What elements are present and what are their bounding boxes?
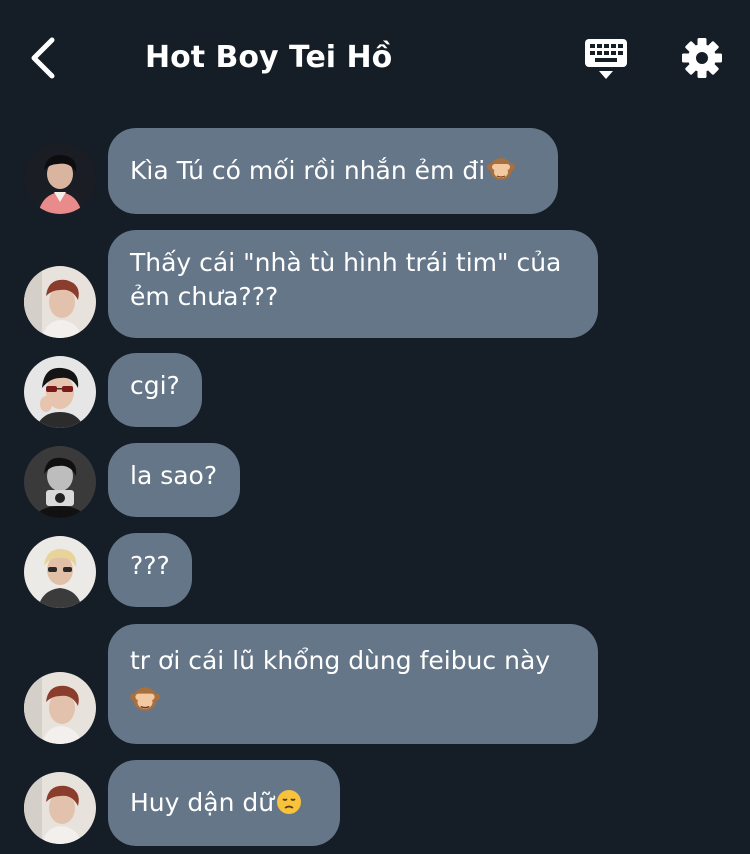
see-no-evil-monkey-icon <box>130 684 160 723</box>
avatar[interactable] <box>24 446 96 518</box>
message-list: Kìa Tú có mối rồi nhắn ẻm đi Thấy cái "n… <box>0 0 750 854</box>
message-bubble: tr ơi cái lũ khổng dùng feibuc này <box>108 624 598 744</box>
message-text: Kìa Tú có mối rồi nhắn ẻm đi <box>130 156 486 185</box>
see-no-evil-monkey-icon <box>487 155 516 192</box>
message-text: cgi? <box>130 371 180 400</box>
avatar[interactable] <box>24 772 96 844</box>
avatar[interactable] <box>24 356 96 428</box>
message-bubble: Thấy cái "nhà tù hình trái tim" của ẻm c… <box>108 230 598 338</box>
avatar[interactable] <box>24 266 96 338</box>
message-text: tr ơi cái lũ khổng dùng feibuc này <box>130 646 551 675</box>
message-bubble: Kìa Tú có mối rồi nhắn ẻm đi <box>108 128 558 214</box>
avatar[interactable] <box>24 142 96 214</box>
avatar[interactable] <box>24 536 96 608</box>
message-bubble: cgi? <box>108 353 202 427</box>
message-text: Thấy cái "nhà tù hình trái tim" của ẻm c… <box>130 248 570 311</box>
message-text: la sao? <box>130 461 218 490</box>
message-text: Huy dận dữ <box>130 788 275 817</box>
message-bubble: ??? <box>108 533 192 607</box>
avatar[interactable] <box>24 672 96 744</box>
message-bubble: la sao? <box>108 443 240 517</box>
disappointed-face-icon <box>276 789 302 824</box>
message-text: ??? <box>130 551 170 580</box>
message-bubble: Huy dận dữ <box>108 760 340 846</box>
